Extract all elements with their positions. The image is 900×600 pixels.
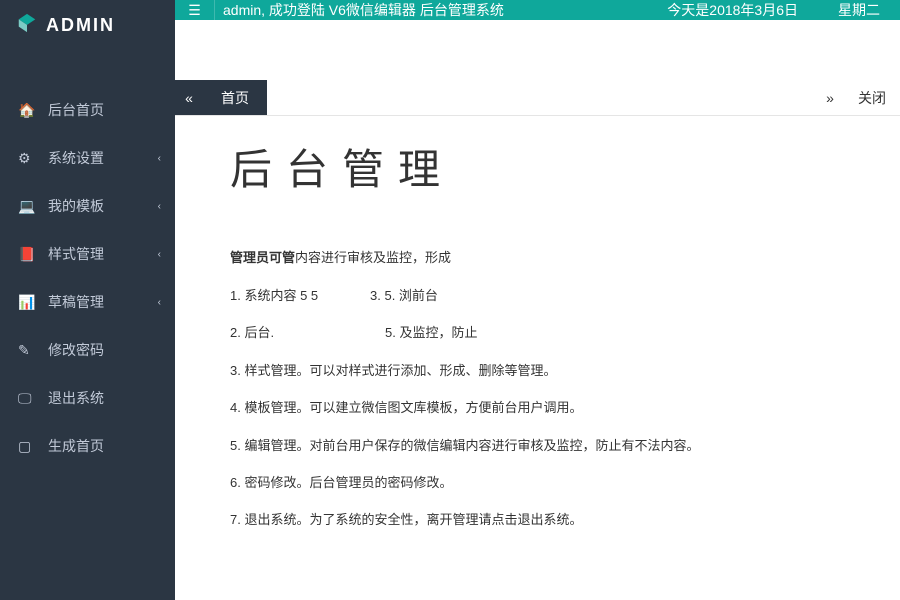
nav-item-style[interactable]: 📕 样式管理 ‹ bbox=[0, 230, 175, 278]
nav-label: 草稿管理 bbox=[48, 292, 104, 312]
chevron-left-icon: ‹ bbox=[158, 297, 161, 308]
logo: ADMIN bbox=[0, 0, 175, 51]
nav: 🏠 后台首页 ⚙ 系统设置 ‹ 💻 我的模板 ‹ 📕 样式管理 ‹ 📊 草稿管理… bbox=[0, 86, 175, 470]
feature-num: 1 bbox=[230, 288, 237, 303]
book-icon: 📕 bbox=[18, 246, 34, 263]
tab-next-button[interactable]: » bbox=[816, 80, 844, 115]
weekday-display: 星期二 bbox=[818, 0, 900, 20]
display-icon: 🖵 bbox=[18, 390, 34, 407]
nav-item-password[interactable]: ✎ 修改密码 bbox=[0, 326, 175, 374]
feature-num: 4 bbox=[230, 400, 237, 415]
sidebar: ADMIN 🏠 后台首页 ⚙ 系统设置 ‹ 💻 我的模板 ‹ 📕 样式管理 ‹ … bbox=[0, 0, 175, 600]
feature-item: 2. 后台. 5. 及监控，防止 bbox=[230, 321, 845, 344]
double-chevron-right-icon: » bbox=[826, 90, 834, 106]
nav-label: 我的模板 bbox=[48, 196, 104, 216]
nav-label: 退出系统 bbox=[48, 388, 104, 408]
date-display: 今天是2018年3月6日 bbox=[647, 0, 818, 20]
menu-icon: ☰ bbox=[188, 2, 201, 19]
tab-label: 首页 bbox=[221, 88, 249, 108]
double-chevron-left-icon: « bbox=[185, 90, 193, 106]
nav-item-generate[interactable]: ▢ 生成首页 bbox=[0, 422, 175, 470]
feature-item: 1. 系统内容 5 5 3. 5. 浏前台 bbox=[230, 284, 845, 307]
tab-prev-button[interactable]: « bbox=[175, 80, 203, 115]
feature-item: 5. 编辑管理。对前台用户保存的微信编辑内容进行审核及监控，防止有不法内容。 bbox=[230, 434, 845, 457]
nav-item-template[interactable]: 💻 我的模板 ‹ bbox=[0, 182, 175, 230]
chart-icon: 📊 bbox=[18, 294, 34, 311]
feature-num: 3 bbox=[370, 288, 377, 303]
feature-num: 3 bbox=[230, 363, 237, 378]
feature-text: 系统内容 5 5 bbox=[244, 288, 318, 303]
admin-intro-rest: 内容进行审核及监控，形成 bbox=[295, 250, 451, 265]
tab-spacer bbox=[267, 80, 816, 115]
close-label: 关闭 bbox=[858, 88, 886, 108]
feature-item: 7. 退出系统。为了系统的安全性，离开管理请点击退出系统。 bbox=[230, 508, 845, 531]
feature-num: 6 bbox=[230, 475, 237, 490]
feature-text: 样式管理。可以对样式进行添加、形成、删除等管理。 bbox=[244, 363, 556, 378]
feature-item: 6. 密码修改。后台管理员的密码修改。 bbox=[230, 471, 845, 494]
tabbar: « 首页 » 关闭 bbox=[175, 80, 900, 116]
chevron-left-icon: ‹ bbox=[158, 249, 161, 260]
welcome-message: admin, 成功登陆 V6微信编辑器 后台管理系统 bbox=[215, 0, 647, 20]
feature-text: 5. 浏前台 bbox=[384, 288, 437, 303]
feature-text: 退出系统。为了系统的安全性，离开管理请点击退出系统。 bbox=[244, 512, 582, 527]
nav-item-system[interactable]: ⚙ 系统设置 ‹ bbox=[0, 134, 175, 182]
nav-item-draft[interactable]: 📊 草稿管理 ‹ bbox=[0, 278, 175, 326]
feature-text: 模板管理。可以建立微信图文库模板，方便前台用户调用。 bbox=[244, 400, 582, 415]
feature-num: 5 bbox=[230, 438, 237, 453]
feature-text: 密码修改。后台管理员的密码修改。 bbox=[244, 475, 452, 490]
feature-text: 编辑管理。对前台用户保存的微信编辑内容进行审核及监控，防止有不法内容。 bbox=[244, 438, 699, 453]
feature-text: 5. 及监控，防止 bbox=[385, 325, 477, 340]
content-area: 后台管理 管理员可管内容进行审核及监控，形成 1. 系统内容 5 5 3. 5.… bbox=[175, 116, 900, 600]
feature-list: 1. 系统内容 5 5 3. 5. 浏前台 2. 后台. 5. 及监控，防止 3… bbox=[230, 284, 845, 532]
nav-item-exit[interactable]: 🖵 退出系统 bbox=[0, 374, 175, 422]
home-icon: 🏠 bbox=[18, 102, 34, 119]
nav-label: 修改密码 bbox=[48, 340, 104, 360]
nav-label: 生成首页 bbox=[48, 436, 104, 456]
admin-intro: 管理员可管内容进行审核及监控，形成 bbox=[230, 247, 845, 266]
topbar: ☰ admin, 成功登陆 V6微信编辑器 后台管理系统 今天是2018年3月6… bbox=[175, 0, 900, 20]
laptop-icon: 💻 bbox=[18, 198, 34, 215]
cogs-icon: ⚙ bbox=[18, 150, 34, 167]
feature-item: 3. 样式管理。可以对样式进行添加、形成、删除等管理。 bbox=[230, 359, 845, 382]
feature-text: 后台. bbox=[244, 325, 274, 340]
edit-icon: ✎ bbox=[18, 342, 34, 359]
nav-label: 后台首页 bbox=[48, 100, 104, 120]
nav-label: 样式管理 bbox=[48, 244, 104, 264]
page-title: 后台管理 bbox=[230, 136, 845, 197]
feature-item: 4. 模板管理。可以建立微信图文库模板，方便前台用户调用。 bbox=[230, 396, 845, 419]
tab-home[interactable]: 首页 bbox=[203, 80, 267, 115]
tab-close-button[interactable]: 关闭 bbox=[844, 80, 900, 115]
admin-intro-bold: 管理员可管 bbox=[230, 250, 295, 265]
logo-text: ADMIN bbox=[46, 15, 115, 36]
tablet-icon: ▢ bbox=[18, 438, 34, 455]
nav-label: 系统设置 bbox=[48, 148, 104, 168]
logo-icon bbox=[16, 12, 38, 39]
chevron-left-icon: ‹ bbox=[158, 201, 161, 212]
chevron-left-icon: ‹ bbox=[158, 153, 161, 164]
feature-num: 7 bbox=[230, 512, 237, 527]
menu-toggle[interactable]: ☰ bbox=[175, 0, 215, 20]
feature-num: 2 bbox=[230, 325, 237, 340]
nav-item-home[interactable]: 🏠 后台首页 bbox=[0, 86, 175, 134]
